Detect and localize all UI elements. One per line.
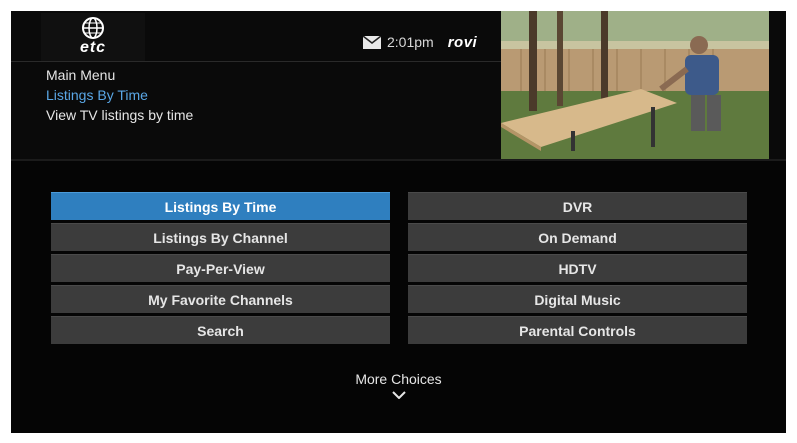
brand-logo: rovi [447, 33, 478, 51]
menu-item-digital-music[interactable]: Digital Music [408, 285, 747, 313]
menu-item-dvr[interactable]: DVR [408, 192, 747, 220]
more-choices-label: More Choices [355, 371, 442, 387]
video-preview-scene [501, 11, 769, 159]
tv-screen: etc 2:01pm rovi Main Menu Listings By Ti… [11, 11, 786, 433]
menu-item-my-favorite-channels[interactable]: My Favorite Channels [51, 285, 390, 313]
more-choices-button[interactable]: More Choices [11, 371, 786, 399]
menu-column-left: Listings By Time Listings By Channel Pay… [51, 192, 390, 347]
menu-item-search[interactable]: Search [51, 316, 390, 344]
mail-icon[interactable] [363, 35, 381, 49]
breadcrumb-description: View TV listings by time [46, 107, 194, 123]
header-divider [11, 61, 501, 62]
breadcrumb: Main Menu Listings By Time View TV listi… [46, 65, 193, 125]
menu-item-parental-controls[interactable]: Parental Controls [408, 316, 747, 344]
status-area: 2:01pm rovi [363, 33, 477, 51]
chevron-down-icon[interactable] [391, 391, 406, 399]
menu-item-listings-by-time[interactable]: Listings By Time [51, 192, 390, 220]
video-preview [501, 11, 769, 159]
header-bar: etc 2:01pm rovi Main Menu Listings By Ti… [11, 11, 786, 159]
menu-item-on-demand[interactable]: On Demand [408, 223, 747, 251]
menu-item-hdtv[interactable]: HDTV [408, 254, 747, 282]
globe-logo-icon [82, 17, 104, 39]
provider-logo: etc [41, 13, 145, 61]
menu-column-right: DVR On Demand HDTV Digital Music Parenta… [408, 192, 747, 347]
menu-item-pay-per-view[interactable]: Pay-Per-View [51, 254, 390, 282]
breadcrumb-root: Main Menu [46, 67, 116, 83]
logo-text: etc [79, 39, 107, 56]
breadcrumb-current: Listings By Time [46, 87, 148, 103]
header-separator [11, 159, 786, 161]
clock: 2:01pm [387, 34, 434, 50]
menu-item-listings-by-channel[interactable]: Listings By Channel [51, 223, 390, 251]
